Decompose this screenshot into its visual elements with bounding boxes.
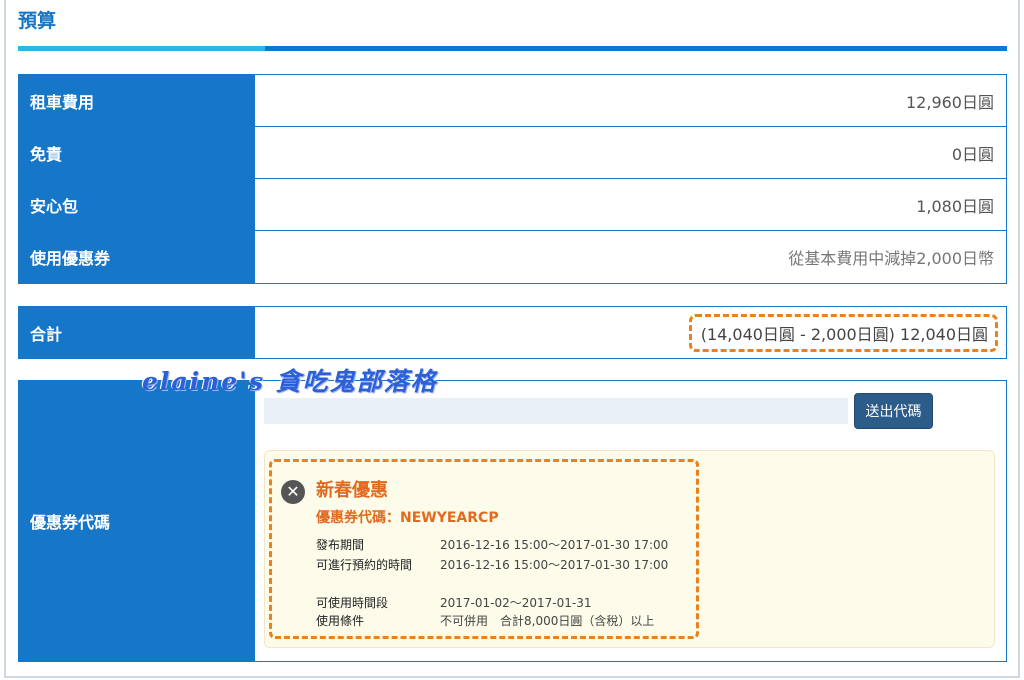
rental-fee-row: 租車費用 12,960日圓: [18, 74, 1007, 127]
coupon-code-label: 優惠券代碼: [19, 381, 255, 661]
coupon-usage-value: 從基本費用中減掉2,000日幣: [788, 249, 994, 268]
coupon-usage-label: 使用優惠券: [19, 231, 255, 283]
waiver-label: 免責: [19, 127, 255, 178]
safety-pack-label: 安心包: [19, 179, 255, 230]
detail-key-usage-period: 可使用時間段: [316, 596, 389, 610]
waiver-value: 0日圓: [951, 144, 994, 164]
coupon-name: 新春優惠: [316, 480, 388, 501]
total-value-cell: (14,040日圓 - 2,000日圓) 12,040日圓: [255, 307, 1006, 358]
detail-value-issue-period: 2016-12-16 15:00～2017-01-30 17:00: [440, 538, 669, 552]
section-title: 預算: [18, 10, 57, 32]
safety-pack-value: 1,080日圓: [916, 196, 994, 216]
detail-value-booking-time: 2016-12-16 15:00～2017-01-30 17:00: [440, 558, 669, 572]
rental-fee-label: 租車費用: [19, 75, 255, 126]
coupon-code-text: 優惠券代碼：NEWYEARCP: [316, 510, 499, 526]
submit-code-button[interactable]: 送出代碼: [854, 393, 933, 429]
title-underline-light: [18, 46, 265, 51]
coupon-code-input[interactable]: [264, 398, 848, 424]
coupon-usage-row: 使用優惠券 從基本費用中減掉2,000日幣: [18, 230, 1007, 284]
waiver-row: 免責 0日圓: [18, 126, 1007, 179]
detail-key-booking-time: 可進行預約的時間: [316, 558, 413, 572]
blog-watermark: elaine's 貪吃鬼部落格: [142, 367, 438, 396]
title-underline-dark: [265, 46, 1007, 51]
total-label: 合計: [19, 307, 255, 358]
close-icon[interactable]: ✕: [281, 480, 305, 504]
safety-pack-row: 安心包 1,080日圓: [18, 178, 1007, 231]
detail-key-issue-period: 發布期間: [316, 538, 365, 552]
rental-fee-value: 12,960日圓: [906, 92, 994, 112]
total-row: 合計 (14,040日圓 - 2,000日圓) 12,040日圓: [18, 306, 1007, 359]
total-value: (14,040日圓 - 2,000日圓) 12,040日圓: [688, 313, 998, 352]
detail-key-conditions: 使用條件: [316, 614, 365, 628]
detail-value-usage-period: 2017-01-02～2017-01-31: [440, 596, 592, 610]
detail-value-conditions: 不可併用 合計8,000日圓（含稅）以上: [440, 614, 655, 628]
